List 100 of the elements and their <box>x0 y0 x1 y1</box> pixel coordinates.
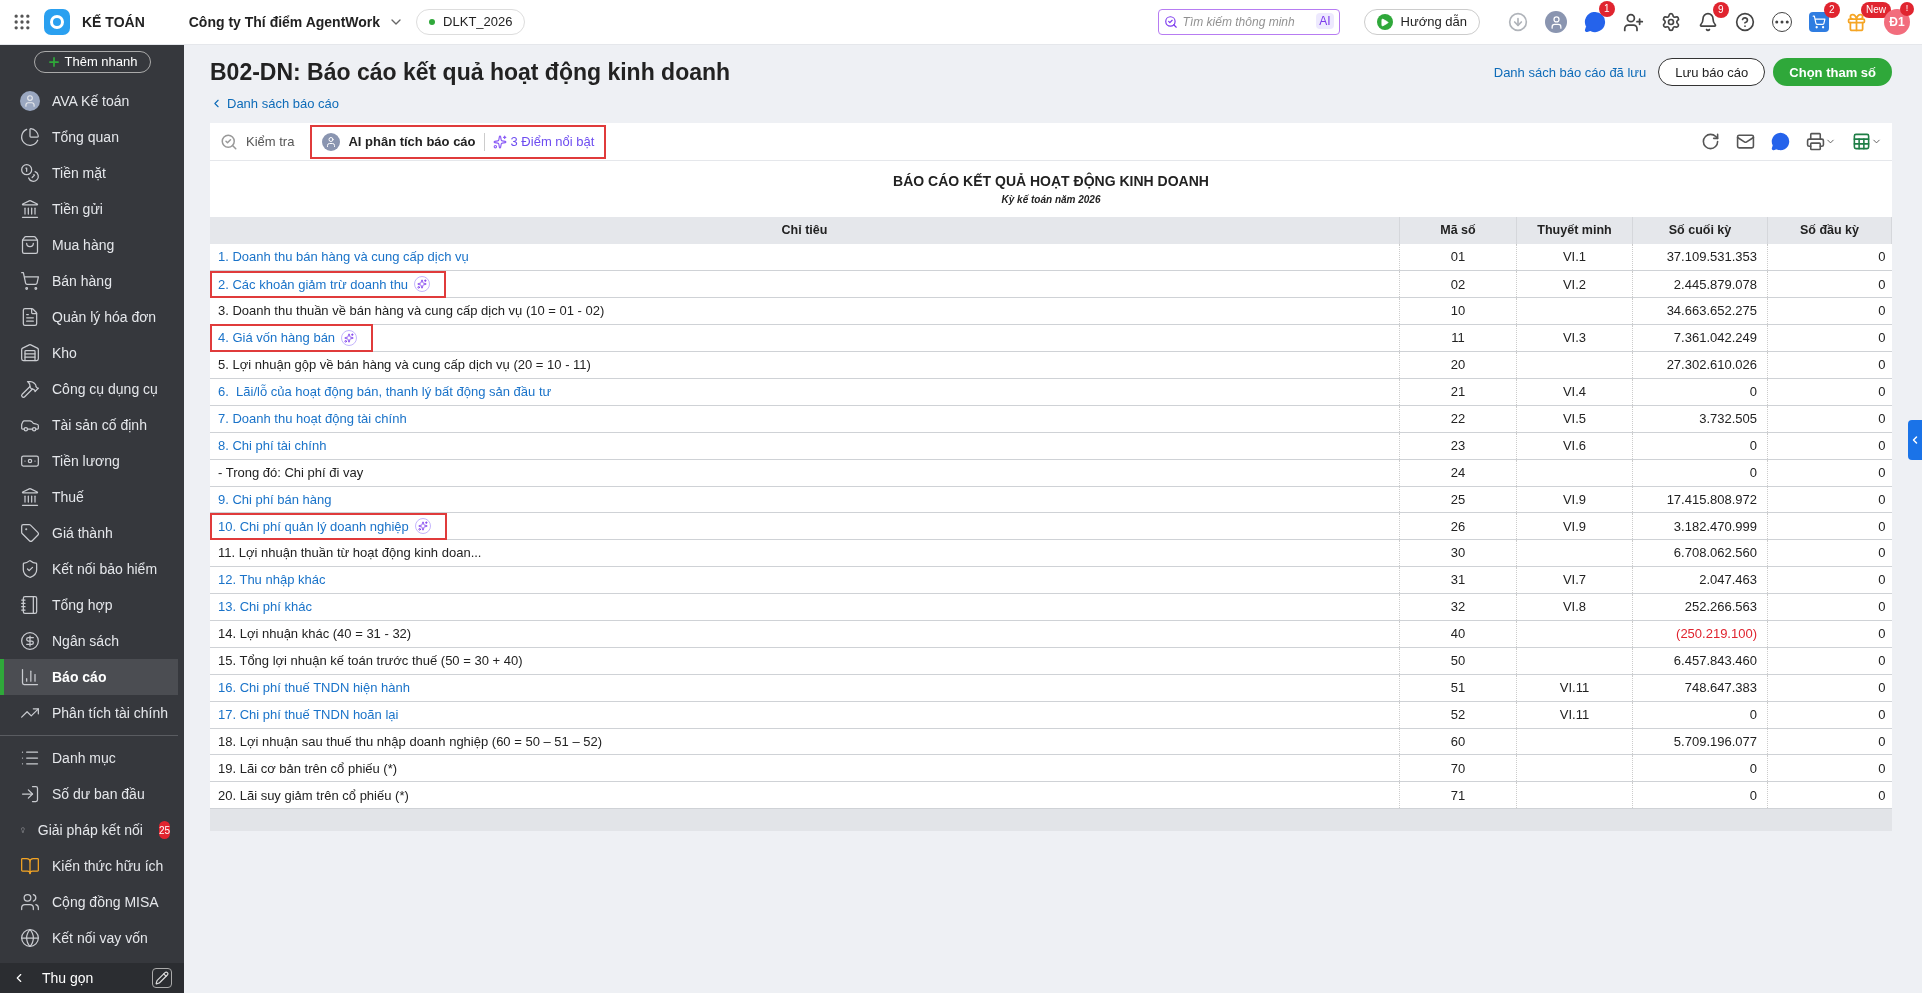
table-cell: 01 <box>1399 244 1517 271</box>
help-icon[interactable] <box>1735 12 1755 32</box>
sidebar-item[interactable]: Giải pháp kết nối 25 <box>0 812 178 848</box>
play-icon <box>1376 14 1393 30</box>
line-item-link[interactable]: 8. Chi phí tài chính <box>218 433 341 458</box>
line-item-link[interactable]: 17. Chi phí thuế TNDN hoãn lại <box>218 702 413 727</box>
table-cell: 0 <box>1767 674 1892 702</box>
edit-icon[interactable] <box>152 968 172 988</box>
table-cell: 0 <box>1767 324 1892 352</box>
company-selector[interactable]: Công ty Thí điểm AgentWork <box>188 11 405 33</box>
book-icon <box>20 856 40 876</box>
spreadsheet-icon[interactable] <box>1852 132 1882 151</box>
mail-icon[interactable] <box>1736 132 1755 151</box>
sidebar-item[interactable]: Ngân sách <box>0 623 178 659</box>
sidebar-item[interactable]: Tiền gửi <box>0 191 178 227</box>
sidebar-item[interactable]: Tài sản cố định <box>0 407 178 443</box>
sidebar-item[interactable]: Cộng đồng MISA <box>0 884 178 920</box>
apps-menu-icon[interactable] <box>12 12 32 32</box>
sidebar-item[interactable]: Kho <box>0 335 178 371</box>
table-cell: 0 <box>1767 432 1892 460</box>
sidebar-item[interactable]: Kết nối vay vốn <box>0 920 178 956</box>
table-cell: 31 <box>1399 566 1517 594</box>
table-cell: 0 <box>1767 459 1892 486</box>
table-cell: 02 <box>1399 270 1517 298</box>
assistant-avatar-icon[interactable] <box>1545 11 1567 33</box>
sidebar-item[interactable]: Danh mục <box>0 740 178 776</box>
table-cell: 51 <box>1399 674 1517 702</box>
sidebar-item[interactable]: Tổng hợp <box>0 587 178 623</box>
sidebar-item[interactable]: AVA Kế toán <box>0 83 178 119</box>
line-item-link[interactable]: 10. Chi phí quản lý doanh nghiệp <box>212 514 445 539</box>
settings-icon[interactable] <box>1661 12 1681 32</box>
add-user-icon[interactable] <box>1623 11 1644 33</box>
line-item-link[interactable]: 6. Lãi/lỗ của hoạt động bán, thanh lý bất động sản đầu tư <box>218 380 566 404</box>
side-panel-toggle[interactable] <box>1908 420 1922 460</box>
login-icon <box>20 784 40 804</box>
table-cell: 3.732.505 <box>1632 405 1768 433</box>
bell-icon[interactable] <box>1698 12 1718 32</box>
table-cell: 0 <box>1767 405 1892 433</box>
table-cell: (250.219.100) <box>1632 620 1768 648</box>
line-item-label: 18. Lợi nhuận sau thuế thu nhập doanh nghiệp (60 = 50 – 51 – 52) <box>218 732 604 751</box>
print-icon[interactable] <box>1806 132 1836 151</box>
ai-analysis-button[interactable]: AI phân tích báo cáo <box>322 131 476 152</box>
table-cell: 0 <box>1632 701 1768 729</box>
line-item-link[interactable]: 16. Chi phí thuế TNDN hiện hành <box>218 675 424 700</box>
inspect-icon <box>220 132 238 151</box>
table-cell: 26 <box>1399 512 1517 540</box>
table-cell: 40 <box>1399 620 1517 648</box>
tag-icon <box>20 523 40 543</box>
sidebar-item[interactable]: Báo cáo <box>0 659 178 695</box>
sidebar-item[interactable]: Kết nối bảo hiểm <box>0 551 178 587</box>
highlights-button[interactable]: 3 Điểm nổi bật <box>492 131 595 152</box>
line-item-label: 11. Lợi nhuận thuần từ hoạt động kinh doan... <box>218 544 483 563</box>
table-cell: 0 <box>1767 270 1892 298</box>
saved-reports-link[interactable]: Danh sách báo cáo đã lưu <box>1493 62 1647 82</box>
table-cell: 0 <box>1767 539 1892 567</box>
save-report-button[interactable]: Lưu báo cáo <box>1658 58 1766 87</box>
chat-icon[interactable] <box>1584 11 1606 33</box>
cart-icon[interactable] <box>1809 12 1829 32</box>
notification-badge: 2 <box>1824 2 1840 18</box>
line-item-link[interactable]: 7. Doanh thu hoạt động tài chính <box>218 407 421 431</box>
line-item-link[interactable]: 2. Các khoản giảm trừ doanh thu <box>212 272 445 297</box>
line-item-link[interactable]: 13. Chi phí khác <box>218 595 326 619</box>
line-item-link[interactable]: 4. Giá vốn hàng bán <box>212 326 372 350</box>
back-link[interactable]: Danh sách báo cáo <box>210 93 1892 113</box>
line-item-link[interactable]: 9. Chi phí bán hàng <box>218 487 346 512</box>
line-item-link[interactable]: 12. Thu nhập khác <box>218 568 340 592</box>
line-item-label: - Trong đó: Chi phí đi vay <box>218 463 365 482</box>
sidebar-item[interactable]: Tiền mặt <box>0 155 178 191</box>
sidebar-item[interactable]: Giá thành <box>0 515 178 551</box>
chat-icon[interactable] <box>1771 132 1790 151</box>
gift-icon[interactable] <box>1846 11 1867 33</box>
sidebar-item[interactable]: Bán hàng <box>0 263 178 299</box>
table-cell: 0 <box>1632 432 1768 460</box>
table-cell: 2.445.879.078 <box>1632 270 1768 298</box>
sidebar-item[interactable]: Số dư ban đầu <box>0 776 178 812</box>
sidebar-item[interactable]: Tổng quan <box>0 119 178 155</box>
check-button[interactable]: Kiểm tra <box>220 131 295 152</box>
table-cell: 23 <box>1399 432 1517 460</box>
table-cell: 32 <box>1399 593 1517 621</box>
column-header: Mã số <box>1399 217 1517 244</box>
table-cell: 0 <box>1767 378 1892 406</box>
dollar-icon <box>20 631 40 651</box>
table-cell: 0 <box>1767 781 1892 809</box>
table-cell: 24 <box>1399 459 1517 486</box>
line-item-link[interactable]: 1. Doanh thu bán hàng và cung cấp dịch vụ <box>218 245 483 269</box>
report-subtitle: Kỳ kế toán năm 2026 <box>1001 193 1101 207</box>
table-cell: 0 <box>1767 566 1892 594</box>
sidebar-item[interactable]: Thuế <box>0 479 178 515</box>
sidebar-item[interactable]: Phân tích tài chính <box>0 695 178 731</box>
refresh-icon[interactable] <box>1701 132 1720 151</box>
line-item-label: 14. Lợi nhuận khác (40 = 31 - 32) <box>218 625 413 644</box>
sidebar-item[interactable]: Công cụ dụng cụ <box>0 371 178 407</box>
line-item-label: 3. Doanh thu thuần về bán hàng và cung cấp dịch vụ (10 = 01 - 02) <box>218 302 606 321</box>
count-badge: 25 <box>158 821 170 839</box>
table-cell: 0 <box>1767 351 1892 379</box>
sidebar-item[interactable]: Mua hàng <box>0 227 178 263</box>
sidebar-item[interactable]: Kiến thức hữu ích <box>0 848 178 884</box>
table-cell: 10 <box>1399 297 1517 325</box>
sidebar-item[interactable]: Quản lý hóa đơn <box>0 299 178 335</box>
sidebar-item[interactable]: Tiền lương <box>0 443 178 479</box>
